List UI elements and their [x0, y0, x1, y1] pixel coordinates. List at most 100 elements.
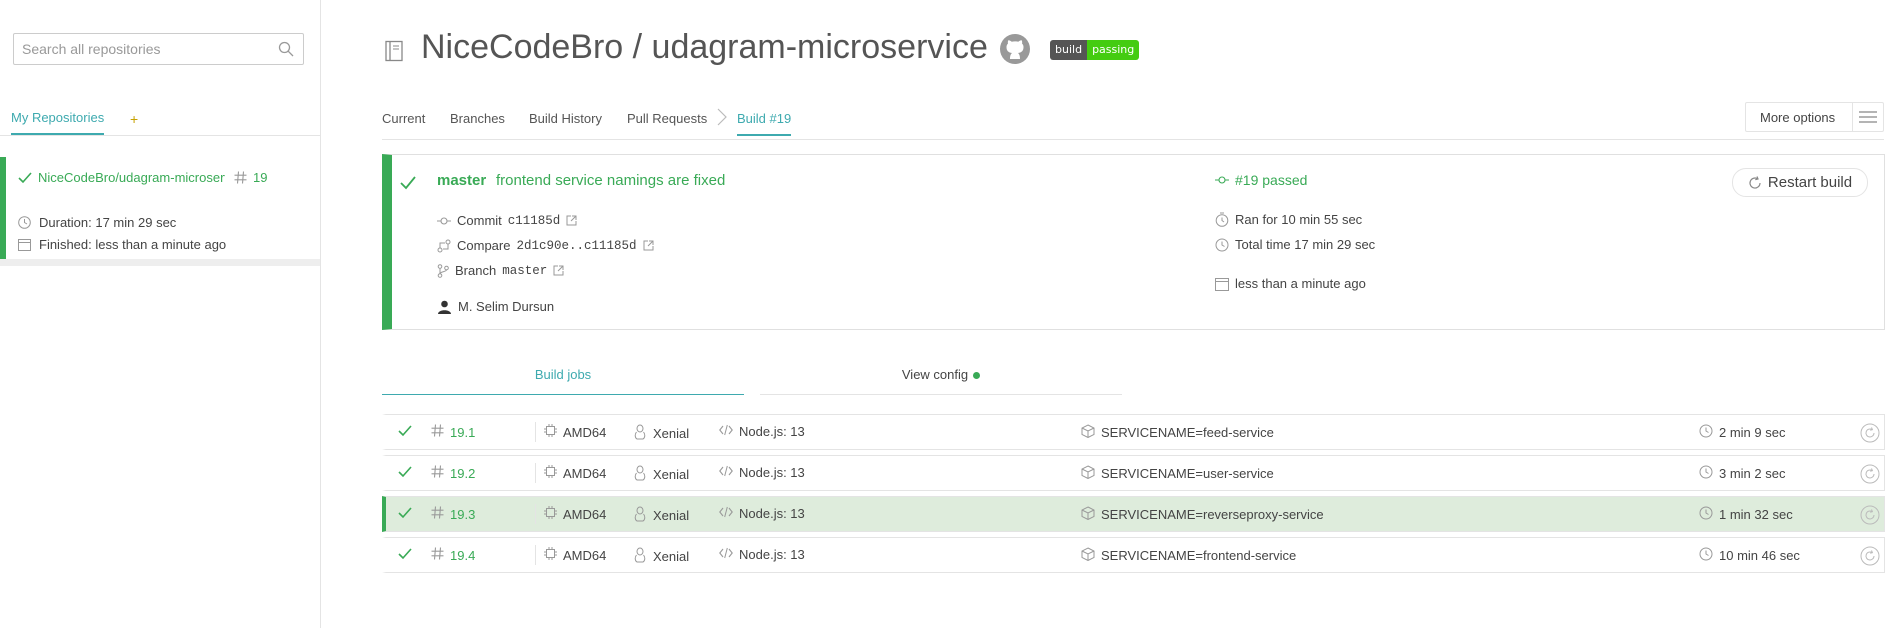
- check-icon: [398, 424, 412, 438]
- external-link-icon[interactable]: [566, 215, 577, 226]
- clock-icon: [1699, 506, 1713, 523]
- commit-sha-link[interactable]: c11185d: [508, 214, 561, 228]
- ran-for-row: Ran for 10 min 55 sec: [1215, 212, 1362, 227]
- job-duration-cell: 1 min 32 sec: [1699, 506, 1793, 523]
- sidebar: My Repositories + NiceCodeBro/udagram-mi…: [0, 0, 321, 628]
- job-duration-cell: 10 min 46 sec: [1699, 547, 1800, 564]
- job-number[interactable]: 19.1: [450, 425, 475, 440]
- calendar-icon: [18, 239, 31, 251]
- code-icon: [719, 424, 733, 439]
- job-os-cell: Xenial: [633, 465, 689, 484]
- job-language: Node.js: 13: [739, 506, 805, 521]
- job-os: Xenial: [653, 549, 690, 564]
- repo-build-number[interactable]: 19: [253, 170, 267, 185]
- restart-job-icon[interactable]: [1860, 464, 1880, 484]
- build-branch[interactable]: master: [437, 172, 486, 189]
- job-duration: 10 min 46 sec: [1719, 548, 1800, 563]
- compare-icon: [437, 239, 451, 252]
- author-row: M. Selim Dursun: [437, 299, 554, 314]
- branch-name-link[interactable]: master: [502, 264, 547, 278]
- job-language: Node.js: 13: [739, 424, 805, 439]
- page-title: NiceCodeBro / udagram-microservice: [421, 28, 988, 66]
- tab-view-config[interactable]: View config: [760, 367, 1122, 395]
- sidebar-separator: [0, 259, 320, 266]
- job-env-cell: SERVICENAME=reverseproxy-service: [1081, 506, 1324, 523]
- tab-pull-requests[interactable]: Pull Requests: [627, 111, 707, 126]
- github-icon[interactable]: [999, 33, 1031, 68]
- job-language: Node.js: 13: [739, 547, 805, 562]
- tab-my-repositories[interactable]: My Repositories: [11, 110, 105, 135]
- job-arch: AMD64: [563, 547, 607, 563]
- more-options-label: More options: [1760, 109, 1836, 125]
- tab-build-jobs[interactable]: Build jobs: [382, 367, 744, 395]
- job-row[interactable]: 19.3 AMD64 Xenial Node.js: 13 SERVICENAME=re…: [382, 496, 1885, 532]
- check-icon: [398, 506, 412, 520]
- job-env: SERVICENAME=feed-service: [1101, 425, 1274, 440]
- divider: [535, 545, 536, 565]
- config-status-dot: [973, 372, 981, 380]
- build-status-text: #19 passed: [1235, 172, 1308, 188]
- job-duration-cell: 3 min 2 sec: [1699, 465, 1785, 482]
- restart-icon: [1749, 175, 1761, 189]
- sidebar-tabs: My Repositories +: [0, 108, 320, 136]
- restart-job-icon[interactable]: [1860, 505, 1880, 525]
- tab-build-19[interactable]: Build #19: [737, 111, 792, 136]
- job-number[interactable]: 19.2: [450, 466, 475, 481]
- job-arch: AMD64: [563, 506, 607, 522]
- calendar-icon: [1215, 277, 1229, 291]
- job-row[interactable]: 19.1 AMD64 Xenial Node.js: 13 SERVICENAME=fe…: [382, 414, 1885, 450]
- hash-icon: [431, 506, 444, 522]
- clock-icon: [1699, 465, 1713, 482]
- search-input[interactable]: [14, 34, 264, 64]
- job-duration: 1 min 32 sec: [1719, 507, 1793, 522]
- linux-icon: [633, 547, 647, 566]
- hamburger-icon[interactable]: [1852, 103, 1883, 131]
- job-row[interactable]: 19.4 AMD64 Xenial Node.js: 13 SERVICENAME=fr…: [382, 537, 1885, 573]
- passed-check-icon: [400, 175, 416, 194]
- cpu-icon: [544, 547, 557, 563]
- add-repository-button[interactable]: +: [130, 111, 138, 127]
- external-link-icon[interactable]: [643, 240, 654, 251]
- commit-icon: [437, 216, 451, 225]
- restart-build-button[interactable]: Restart build: [1732, 168, 1868, 197]
- commit-message: frontend service namings are fixed: [496, 172, 726, 189]
- divider: [535, 463, 536, 483]
- restart-job-icon[interactable]: [1860, 423, 1880, 443]
- job-number[interactable]: 19.4: [450, 548, 475, 563]
- search-icon[interactable]: [278, 41, 294, 60]
- code-icon: [719, 465, 733, 480]
- total-time-row: Total time 17 min 29 sec: [1215, 237, 1375, 252]
- package-icon: [1081, 424, 1095, 441]
- job-os: Xenial: [653, 508, 690, 523]
- clock-icon: [1215, 238, 1229, 251]
- hash-icon: [234, 171, 247, 184]
- tab-build-history[interactable]: Build History: [529, 111, 602, 126]
- stopwatch-icon: [1215, 212, 1229, 227]
- job-os-cell: Xenial: [633, 506, 689, 525]
- job-number[interactable]: 19.3: [450, 507, 475, 522]
- view-config-label: View config: [901, 367, 969, 382]
- tab-branches[interactable]: Branches: [450, 111, 505, 126]
- compare-range-link[interactable]: 2d1c90e..c11185d: [516, 239, 636, 253]
- job-number-cell: 19.2: [431, 465, 475, 481]
- code-icon: [719, 547, 733, 562]
- badge-status: passing: [1087, 40, 1140, 60]
- package-icon: [1081, 465, 1095, 482]
- linux-icon: [633, 465, 647, 484]
- build-status-badge[interactable]: build passing: [1050, 40, 1140, 60]
- job-env: SERVICENAME=frontend-service: [1101, 548, 1297, 563]
- more-options-button[interactable]: More options: [1745, 102, 1884, 132]
- divider: [535, 504, 536, 524]
- restart-job-icon[interactable]: [1860, 546, 1880, 566]
- job-row[interactable]: 19.2 AMD64 Xenial Node.js: 13 SERVICENAME=us…: [382, 455, 1885, 491]
- clock-icon: [18, 216, 31, 229]
- cpu-icon: [544, 465, 557, 481]
- external-link-icon[interactable]: [553, 265, 564, 276]
- job-os: Xenial: [653, 467, 690, 482]
- job-os-cell: Xenial: [633, 547, 689, 566]
- repo-card[interactable]: NiceCodeBro/udagram-microservice 19 Dura…: [0, 157, 320, 259]
- tab-current[interactable]: Current: [382, 111, 425, 126]
- repo-name-link[interactable]: NiceCodeBro/udagram-microservice: [38, 170, 225, 185]
- hash-icon: [431, 547, 444, 563]
- restart-build-label: Restart build: [1767, 174, 1853, 191]
